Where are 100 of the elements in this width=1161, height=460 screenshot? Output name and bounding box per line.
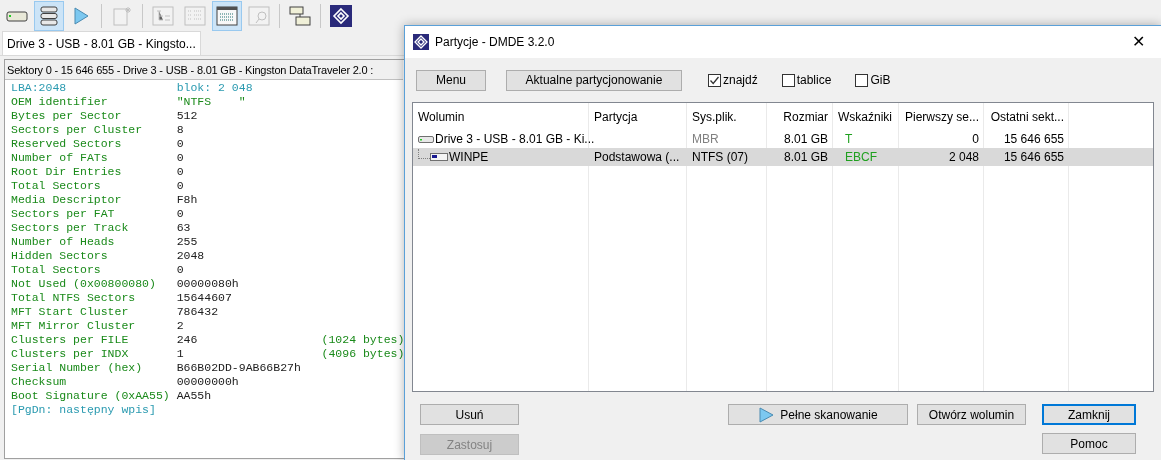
column-header[interactable]: Partycja <box>589 107 687 126</box>
partitioning-button[interactable]: Aktualne partycjonowanie <box>506 69 682 91</box>
volume-icon <box>430 152 448 162</box>
column-header[interactable]: Sys.plik. <box>687 107 767 126</box>
field-label: LBA:2048 <box>11 81 68 95</box>
field-label: Sectors per Cluster <box>11 123 144 137</box>
table-cell-text: 8.01 GB <box>783 131 828 148</box>
field-value: 2 <box>176 319 185 333</box>
dialog-button[interactable]: Zamknij <box>1042 404 1136 425</box>
field-value: 0 <box>176 165 185 179</box>
field-label: [PgDn: następny wpis] <box>11 403 156 417</box>
field-label: Number of FATs <box>11 151 109 165</box>
field-label: Bytes per Sector <box>11 109 123 123</box>
column-header[interactable]: Ostatni sekt... <box>984 107 1069 126</box>
play-icon <box>758 406 775 423</box>
field-label: Sectors per FAT <box>11 207 116 221</box>
column-header[interactable]: Rozmiar <box>767 107 833 126</box>
table-cell-text: 15 646 655 <box>1003 149 1064 166</box>
checkbox-label: znajdź <box>723 72 758 89</box>
document-tab[interactable]: Drive 3 - USB - 8.01 GB - Kingsto... <box>2 31 201 55</box>
field-value: 512 <box>176 109 199 123</box>
checkbox[interactable] <box>855 73 869 87</box>
dialog-button[interactable]: Pomoc <box>1042 433 1136 454</box>
logo-icon <box>413 34 429 50</box>
field-value: 255 <box>176 235 199 249</box>
table-cell-text: NTFS (07) <box>692 149 748 166</box>
field-note: (1024 bytes) <box>321 333 405 347</box>
table-cell-text: EBCF <box>845 149 877 166</box>
checkbox[interactable] <box>708 73 721 87</box>
field-label: Total NTFS Sectors <box>11 291 137 305</box>
table-cell-text: 8.01 GB <box>783 149 828 166</box>
logo-icon <box>329 5 353 27</box>
drive-icon <box>418 134 434 144</box>
field-value: blok: 2 048 <box>176 81 254 95</box>
window-title: Partycje - DMDE 3.2.0 <box>435 34 555 51</box>
field-label: Root Dir Entries <box>11 165 123 179</box>
table-cell-text: 15 646 655 <box>1003 131 1064 148</box>
table-row[interactable]: WINPE Podstawowa (... NTFS (07) 8.01 GB EBCF 2 048 15 646 655 <box>413 148 1153 166</box>
field-label: MFT Start Cluster <box>11 305 130 319</box>
table-cell-text: WINPE <box>449 149 489 166</box>
field-label: OEM identifier <box>11 95 109 109</box>
field-value: 00000000h <box>176 375 240 389</box>
new-document-icon <box>110 5 134 27</box>
stack-icon <box>37 5 61 27</box>
column-header[interactable]: Wskaźniki <box>833 107 899 126</box>
column-header[interactable]: Wolumin <box>413 107 589 126</box>
field-value: F8h <box>176 193 199 207</box>
toolbar-button[interactable] <box>34 1 64 31</box>
table-cell-text: Drive 3 - USB - 8.01 GB - Ki... <box>435 131 595 148</box>
close-button[interactable]: ✕ <box>1115 26 1161 58</box>
checkbox-label: tablice <box>796 72 832 89</box>
field-label: Total Sectors <box>11 179 102 193</box>
menu-button[interactable]: Menu <box>416 69 486 91</box>
field-value: 2048 <box>176 249 206 263</box>
checkbox[interactable] <box>781 73 795 87</box>
field-value: AA55h <box>176 389 213 403</box>
field-value: 246 <box>176 333 199 347</box>
field-value: 0 <box>176 263 185 277</box>
field-label: Boot Signature (0xAA55) <box>11 389 171 403</box>
field-label: Checksum <box>11 375 68 389</box>
field-label: Hidden Sectors <box>11 249 109 263</box>
field-value: 63 <box>176 221 192 235</box>
text-view-icon <box>215 5 239 27</box>
field-value: 1 <box>176 347 185 361</box>
field-note: (4096 bytes) <box>321 347 405 361</box>
column-header[interactable]: Pierwszy se... <box>899 107 984 126</box>
field-label: Number of Heads <box>11 235 116 249</box>
field-label: Reserved Sectors <box>11 137 123 151</box>
field-label: Total Sectors <box>11 263 102 277</box>
field-value: 0 <box>176 137 185 151</box>
details-view-icon <box>183 5 207 27</box>
table-row[interactable]: Drive 3 - USB - 8.01 GB - Ki... MBR 8.01 GB T 0 15 646 655 <box>413 130 1153 148</box>
field-value: "NTFS " <box>176 95 247 109</box>
copy-icon <box>288 5 312 27</box>
table-cell-text: 0 <box>972 131 979 148</box>
field-label: Sectors per Track <box>11 221 130 235</box>
field-label: Not Used (0x00800080) <box>11 277 157 291</box>
field-value: 8 <box>176 123 185 137</box>
table-cell-text: T <box>845 131 853 148</box>
field-label: MFT Mirror Cluster <box>11 319 137 333</box>
table-cell-text: 2 048 <box>948 149 979 166</box>
field-value: 0 <box>176 179 185 193</box>
field-label: Clusters per FILE <box>11 333 130 347</box>
field-label: Clusters per INDX <box>11 347 130 361</box>
table-cell-text: Podstawowa (... <box>594 149 680 166</box>
field-value: 15644607 <box>176 291 233 305</box>
field-value: 00000080h <box>176 277 240 291</box>
dialog-button[interactable]: Pełne skanowanie <box>728 404 908 425</box>
table-cell-text: MBR <box>692 131 719 148</box>
dialog-button[interactable]: Usuń <box>420 404 519 425</box>
field-value: B66B02DD-9AB66B27h <box>176 361 302 375</box>
search-icon <box>247 5 271 27</box>
panel-header: Sektory 0 - 15 646 655 - Drive 3 - USB - 8.01 GB - Kingston DataTraveler 2.0 : <box>5 60 403 80</box>
field-label: Media Descriptor <box>11 193 123 207</box>
toolbar-button[interactable] <box>212 1 242 31</box>
checkbox-label: GiB <box>870 72 891 89</box>
field-value: 786432 <box>176 305 220 319</box>
dialog-button[interactable]: Otwórz wolumin <box>917 404 1026 425</box>
field-value: 0 <box>176 207 185 221</box>
field-value: 0 <box>176 151 185 165</box>
